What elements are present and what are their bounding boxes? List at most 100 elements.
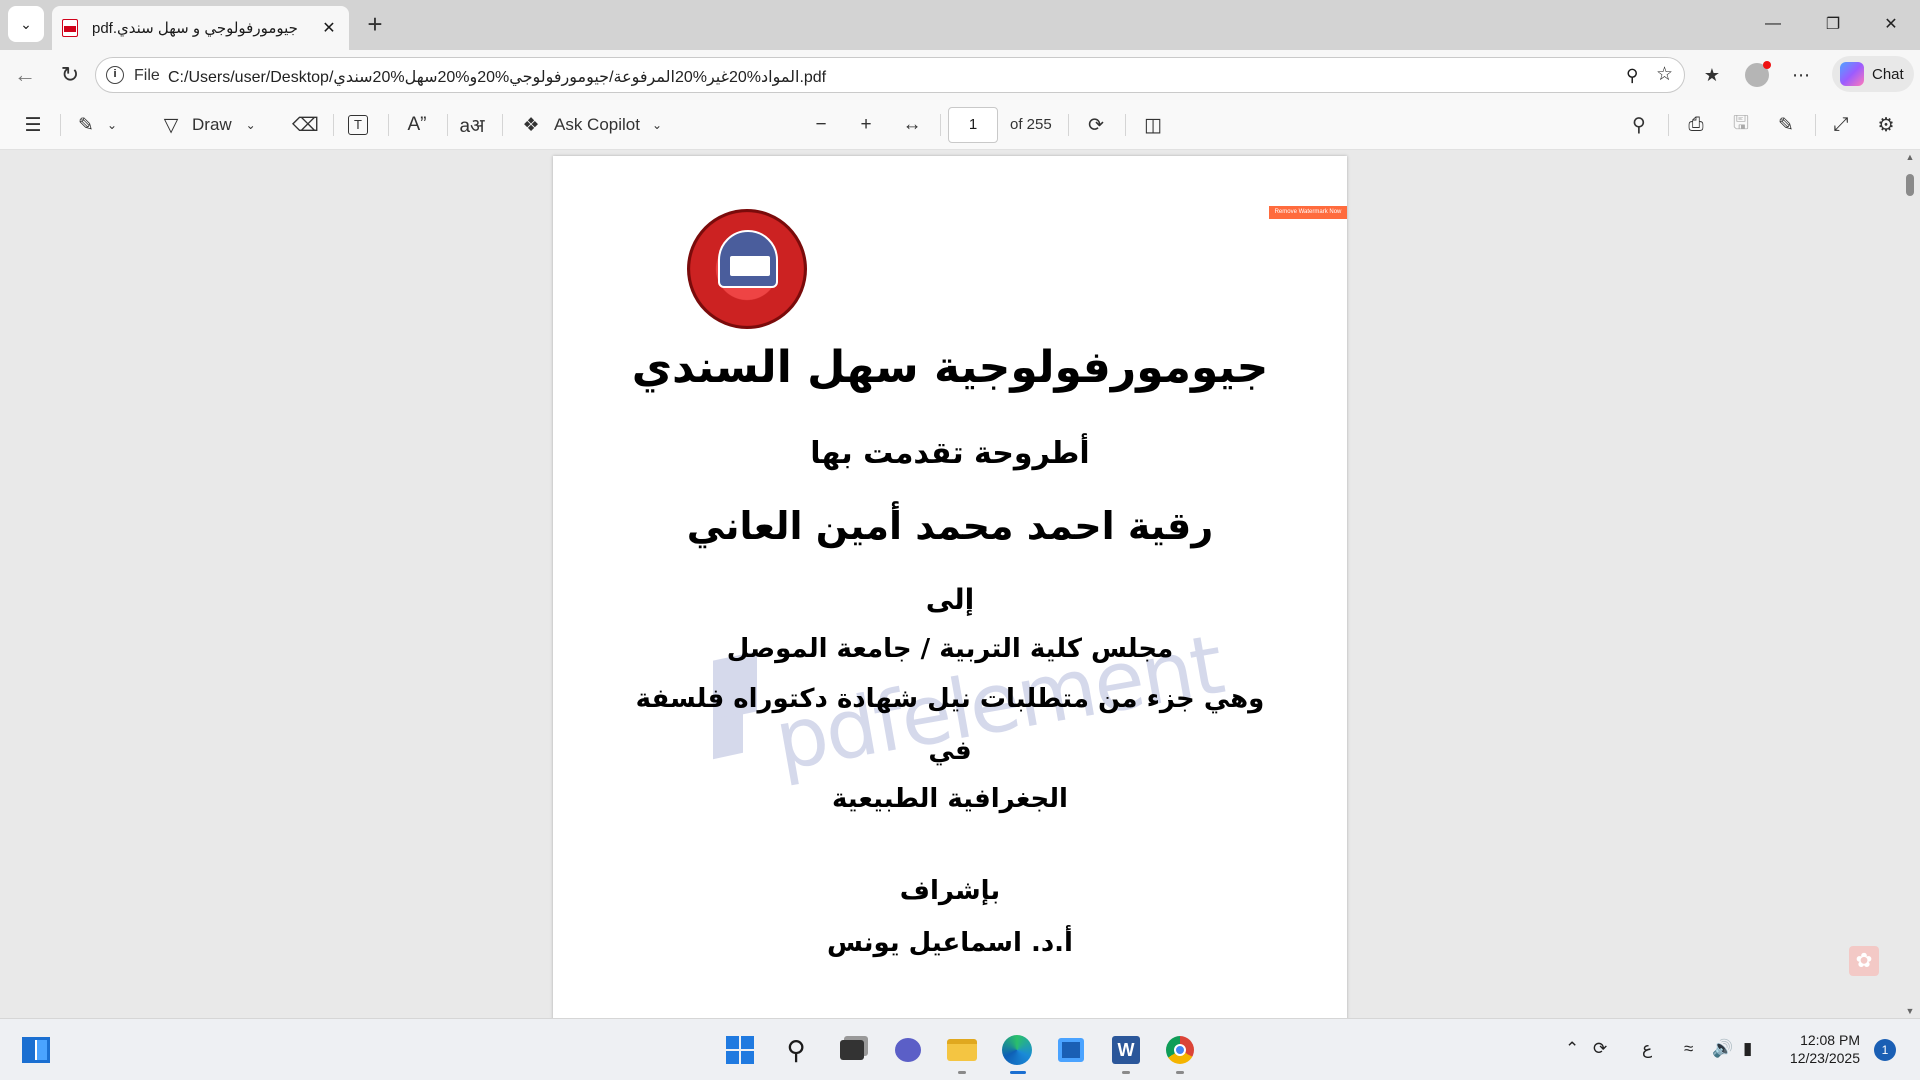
volume-icon[interactable]: 🔊 <box>1712 1039 1733 1059</box>
pdf-viewer[interactable]: Remove Watermark Now pdfelement جيومورفو… <box>0 150 1920 1018</box>
printer-icon: ⎙ <box>1688 114 1704 135</box>
ask-copilot-button[interactable]: ❖ Ask Copilot ⌄ <box>518 110 670 140</box>
to-line: إلى <box>925 583 975 616</box>
page-number-input[interactable]: 1 <box>948 107 998 143</box>
tab-list-button[interactable]: ⌄ <box>8 6 44 42</box>
tab-strip: ⌄ جيومورفولوجي و سهل سندي.pdf ✕ + — ❐ ✕ <box>0 0 1920 50</box>
fullscreen-button[interactable]: ⤢ <box>1828 110 1854 140</box>
teams-button[interactable] <box>890 1032 926 1068</box>
zoom-icon[interactable]: ⚲ <box>1626 66 1648 88</box>
copilot-icon <box>1840 62 1864 86</box>
clock-time: 12:08 PM <box>1800 1032 1860 1048</box>
acrobat-icon[interactable]: ✿ <box>1849 946 1879 976</box>
rotate-button[interactable]: ⟳ <box>1083 110 1109 140</box>
fit-width-icon: ↔ <box>902 114 922 135</box>
read-aloud-button[interactable]: A” <box>404 110 430 140</box>
chevron-down-icon: ⌄ <box>106 118 118 132</box>
edge-icon <box>1002 1035 1032 1065</box>
specialization-line: الجغرافية الطبيعية <box>832 784 1068 814</box>
new-tab-button[interactable]: + <box>360 10 390 40</box>
search-button[interactable]: ⚲ <box>778 1032 814 1068</box>
battery-icon[interactable]: ▮ <box>1743 1039 1752 1059</box>
reload-button[interactable]: ↻ <box>55 60 85 90</box>
author-name: رقية احمد محمد أمين العاني <box>686 504 1214 548</box>
system-clock[interactable]: 12:08 PM 12/23/2025 <box>1780 1031 1860 1067</box>
translate-icon: aअ <box>459 116 485 137</box>
more-options-icon[interactable]: ⋯ <box>1786 60 1816 90</box>
gear-icon: ⚙ <box>1877 114 1895 136</box>
pdf-page: Remove Watermark Now pdfelement جيومورفو… <box>553 156 1347 1018</box>
ask-copilot-label: Ask Copilot <box>554 115 640 134</box>
save-as-button[interactable]: ✎ <box>1773 110 1799 140</box>
page-view-icon: ◫ <box>1144 114 1162 136</box>
scroll-up-icon[interactable]: ▲ <box>1904 152 1916 162</box>
notification-badge[interactable]: 1 <box>1874 1039 1896 1061</box>
task-view-icon <box>840 1040 864 1060</box>
chevron-down-icon: ⌄ <box>245 118 256 132</box>
active-indicator <box>1010 1071 1026 1074</box>
fit-width-button[interactable]: ↔ <box>899 110 925 140</box>
remove-watermark-button[interactable]: Remove Watermark Now <box>1269 206 1347 219</box>
address-toolbar: ← ↻ i File C:/Users/user/Desktop/المواد%… <box>0 50 1920 100</box>
divider <box>1815 114 1816 136</box>
tab-title: جيومورفولوجي و سهل سندي.pdf <box>92 20 298 37</box>
add-text-button[interactable]: T <box>348 110 368 140</box>
window-close-button[interactable]: ✕ <box>1868 8 1914 40</box>
eraser-icon: ⌫ <box>292 114 319 136</box>
pdf-toolbar: ☰ ✎ ⌄ ▽ Draw ⌄ ⌫ T A” aअ ❖ Ask Copilot ⌄ − + … <box>0 100 1920 150</box>
info-icon[interactable]: i <box>106 66 124 84</box>
seal-book <box>730 256 770 276</box>
print-button[interactable]: ⎙ <box>1683 110 1709 140</box>
chrome-button[interactable] <box>1162 1032 1198 1068</box>
draw-button[interactable]: ▽ Draw ⌄ <box>158 110 264 140</box>
edge-button[interactable] <box>999 1032 1035 1068</box>
erase-button[interactable]: ⌫ <box>292 110 319 140</box>
search-icon: ⚲ <box>1632 114 1646 136</box>
show-hidden-icons-icon[interactable]: ⌃ <box>1565 1039 1579 1059</box>
scrollbar-thumb[interactable] <box>1906 174 1914 196</box>
thesis-submitted-by: أطروحة تقدمت بها <box>810 436 1090 471</box>
minimize-button[interactable]: — <box>1750 8 1796 40</box>
widgets-button[interactable] <box>18 1032 54 1068</box>
contents-button[interactable]: ☰ <box>20 110 46 140</box>
browser-tab[interactable]: جيومورفولوجي و سهل سندي.pdf ✕ <box>52 6 349 50</box>
page-view-button[interactable]: ◫ <box>1140 110 1166 140</box>
save-button[interactable]: 🖫 <box>1728 110 1754 140</box>
find-button[interactable]: ⚲ <box>1626 110 1652 140</box>
scroll-down-icon[interactable]: ▼ <box>1904 1006 1916 1016</box>
supervision-line: بإشراف <box>899 876 1001 906</box>
file-explorer-button[interactable] <box>944 1032 980 1068</box>
rotate-icon: ⟳ <box>1088 114 1104 136</box>
copilot-chat-button[interactable]: Chat <box>1832 56 1914 92</box>
sync-icon[interactable]: ⟳ <box>1593 1039 1607 1059</box>
restore-button[interactable]: ❐ <box>1810 8 1856 40</box>
close-icon[interactable]: ✕ <box>319 18 339 38</box>
thesis-title: جيومورفولوجية سهل السندي <box>631 342 1269 393</box>
minus-icon: − <box>815 114 827 135</box>
settings-button[interactable]: ⚙ <box>1873 110 1899 140</box>
zoom-in-button[interactable]: + <box>853 110 879 140</box>
input-language[interactable]: ع <box>1642 1039 1652 1059</box>
vertical-scrollbar[interactable]: ▲ ▼ <box>1904 150 1916 1018</box>
favorites-icon[interactable]: ★ <box>1697 60 1727 90</box>
back-button[interactable]: ← <box>10 60 40 90</box>
address-bar[interactable]: i File C:/Users/user/Desktop/المواد%20غي… <box>95 57 1685 93</box>
task-view-button[interactable] <box>834 1032 870 1068</box>
word-button[interactable]: W <box>1108 1032 1144 1068</box>
translate-button[interactable]: aअ <box>459 110 485 140</box>
save-as-icon: ✎ <box>1778 114 1794 136</box>
zoom-out-button[interactable]: − <box>808 110 834 140</box>
chevron-down-icon: ⌄ <box>651 118 663 132</box>
wifi-icon[interactable]: ≈ <box>1684 1039 1693 1059</box>
in-line: في <box>928 736 972 766</box>
word-icon: W <box>1112 1036 1140 1064</box>
store-button[interactable] <box>1053 1032 1089 1068</box>
save-icon: 🖫 <box>1732 113 1750 134</box>
profile-avatar[interactable] <box>1742 60 1772 90</box>
running-indicator <box>1176 1071 1184 1074</box>
favorite-star-icon[interactable]: ☆ <box>1656 63 1678 85</box>
highlighter-icon: ✎ <box>78 114 94 136</box>
council-line: مجلس كلية التربية / جامعة الموصل <box>726 634 1174 664</box>
highlight-button[interactable]: ✎ ⌄ <box>73 110 125 140</box>
start-button[interactable] <box>722 1032 758 1068</box>
